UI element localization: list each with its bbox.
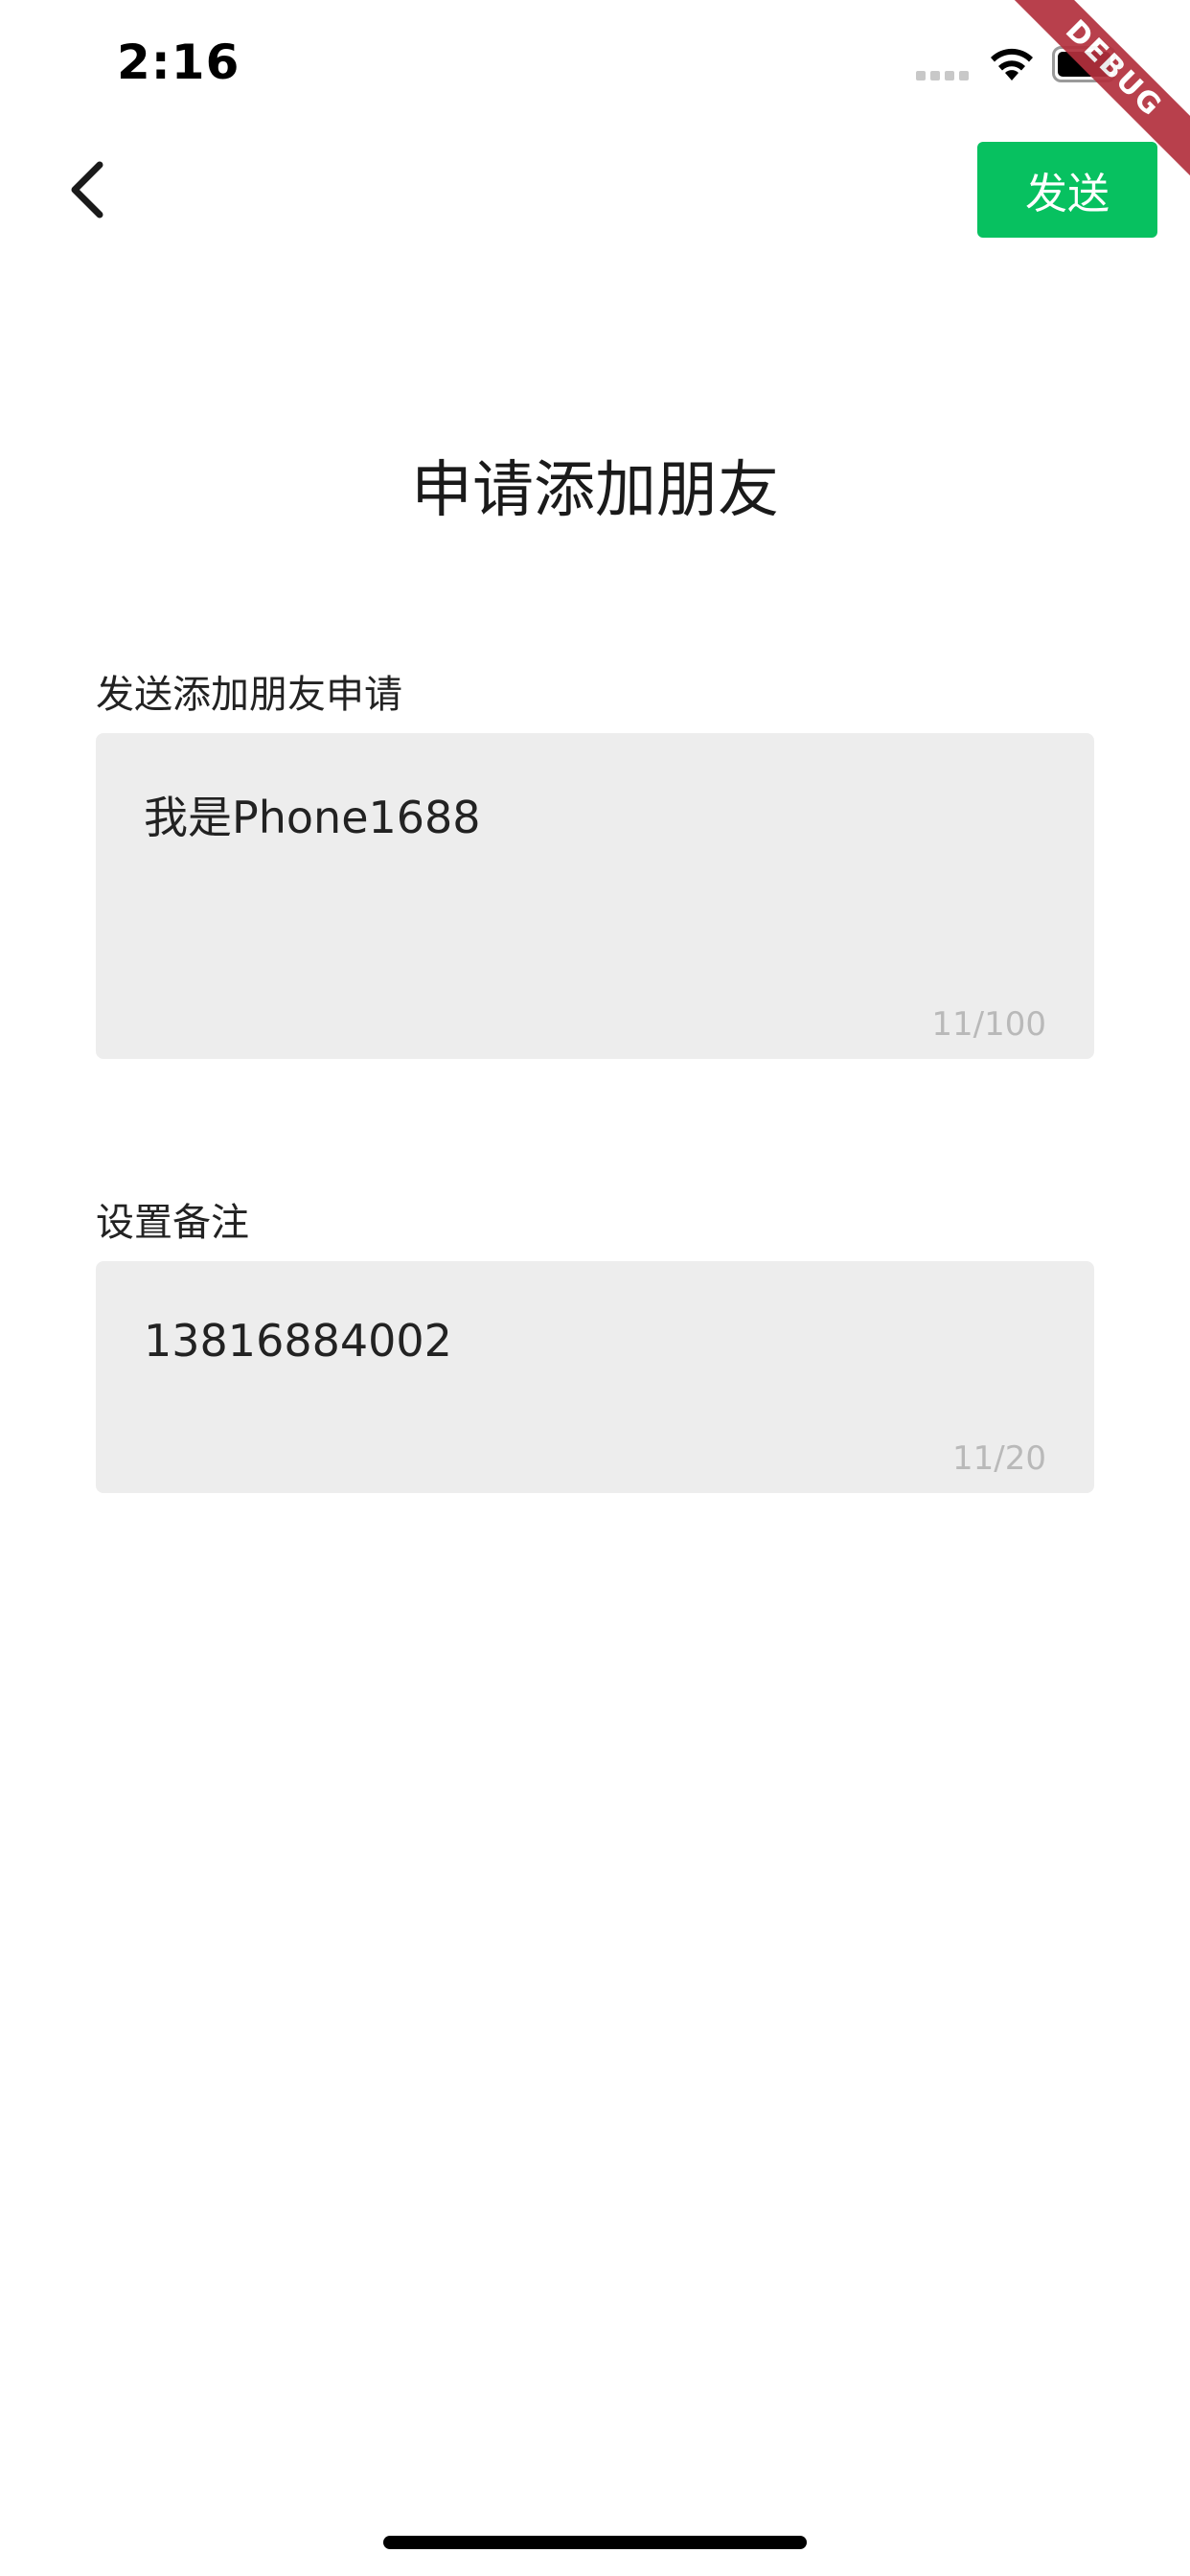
remark-counter: 11/20: [952, 1439, 1046, 1478]
request-message-value: 我是Phone1688: [144, 792, 481, 843]
remark-input[interactable]: 13816884002 11/20: [96, 1261, 1094, 1493]
request-message-label: 发送添加朋友申请: [96, 673, 402, 717]
remark-value: 13816884002: [144, 1315, 452, 1367]
back-button[interactable]: [48, 151, 125, 228]
add-friend-screen: 2:16 DEBUG 发送 申请添加朋友 发送添加朋友申请 我是Phone168…: [0, 0, 1190, 2576]
status-bar: 2:16: [0, 0, 1190, 126]
chevron-left-icon: [71, 161, 103, 218]
signal-icon: [916, 71, 969, 80]
home-indicator[interactable]: [383, 2536, 807, 2549]
remark-label: 设置备注: [96, 1201, 249, 1245]
request-message-input[interactable]: 我是Phone1688 11/100: [96, 733, 1094, 1059]
send-button[interactable]: 发送: [977, 142, 1157, 238]
wifi-icon: [991, 48, 1033, 80]
page-title: 申请添加朋友: [411, 455, 779, 526]
status-time: 2:16: [117, 34, 240, 90]
request-message-counter: 11/100: [931, 1005, 1046, 1044]
nav-bar: 发送: [0, 126, 1190, 253]
